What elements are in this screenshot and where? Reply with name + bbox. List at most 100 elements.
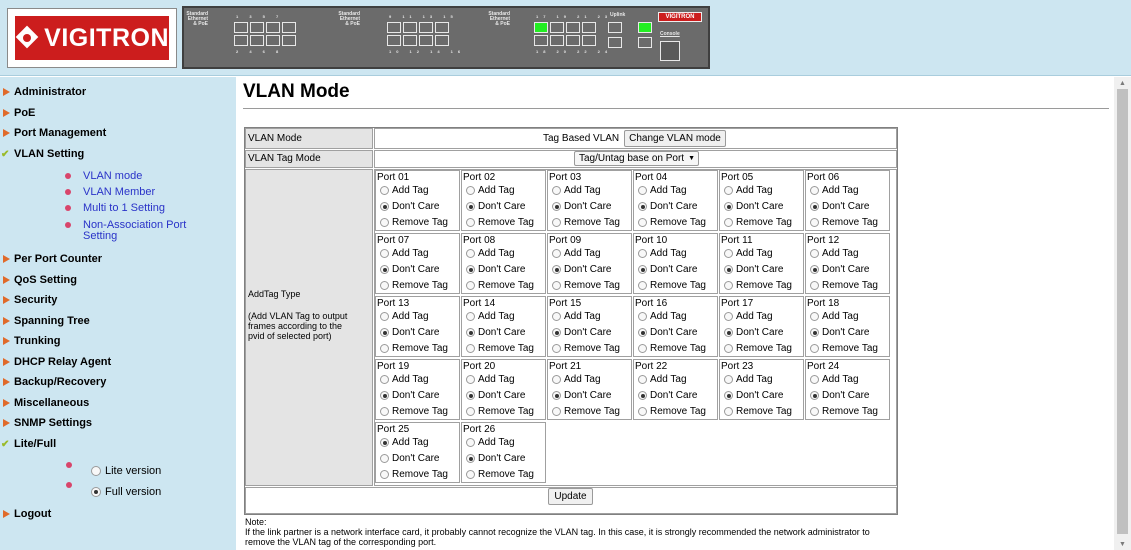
tag-option-radio[interactable] [638, 281, 647, 290]
sidebar-item-miscellaneous[interactable]: Miscellaneous [0, 395, 89, 411]
tag-option-radio[interactable] [638, 344, 647, 353]
tag-option[interactable]: Add Tag [810, 374, 859, 385]
tag-option[interactable]: Remove Tag [380, 280, 448, 291]
tag-option[interactable]: Add Tag [466, 185, 515, 196]
tag-option[interactable]: Add Tag [552, 311, 601, 322]
tag-option-radio[interactable] [380, 249, 389, 258]
tag-option[interactable]: Don't Care [724, 201, 784, 212]
tag-option-radio[interactable] [810, 202, 819, 211]
tag-option-radio[interactable] [552, 391, 561, 400]
tag-option[interactable]: Add Tag [724, 374, 773, 385]
tag-option-radio[interactable] [638, 202, 647, 211]
tag-option-radio[interactable] [552, 202, 561, 211]
tag-option[interactable]: Add Tag [552, 248, 601, 259]
tag-option-radio[interactable] [466, 202, 475, 211]
tag-option[interactable]: Don't Care [552, 264, 612, 275]
tag-option-radio[interactable] [466, 470, 475, 479]
tag-option-radio[interactable] [552, 218, 561, 227]
tag-option-radio[interactable] [466, 186, 475, 195]
tag-option-radio[interactable] [724, 312, 733, 321]
tag-option-radio[interactable] [380, 391, 389, 400]
sidebar-item-administrator[interactable]: Administrator [0, 84, 86, 100]
sidebar-item-dhcp-relay-agent[interactable]: DHCP Relay Agent [0, 354, 111, 370]
sidebar-subitem-vlan-member[interactable]: VLAN Member [83, 187, 155, 198]
tag-option[interactable]: Don't Care [552, 390, 612, 401]
tag-option[interactable]: Add Tag [380, 185, 429, 196]
tag-option-radio[interactable] [638, 218, 647, 227]
tag-option-radio[interactable] [552, 312, 561, 321]
tag-option[interactable]: Add Tag [380, 437, 429, 448]
tag-option[interactable]: Add Tag [638, 374, 687, 385]
tag-option[interactable]: Remove Tag [638, 406, 706, 417]
tag-option-radio[interactable] [810, 375, 819, 384]
tag-option-radio[interactable] [466, 218, 475, 227]
sidebar-item-qos-setting[interactable]: QoS Setting [0, 272, 77, 288]
sidebar-item-vlan-setting[interactable]: ✔ VLAN Setting [0, 146, 84, 162]
tag-option[interactable]: Don't Care [466, 453, 526, 464]
sidebar-item-backup-recovery[interactable]: Backup/Recovery [0, 374, 106, 390]
tag-option[interactable]: Don't Care [466, 390, 526, 401]
tag-option-radio[interactable] [380, 328, 389, 337]
tag-option-radio[interactable] [552, 265, 561, 274]
tag-option[interactable]: Remove Tag [810, 280, 878, 291]
tag-option[interactable]: Don't Care [724, 264, 784, 275]
tag-option[interactable]: Don't Care [810, 264, 870, 275]
tag-option-radio[interactable] [724, 249, 733, 258]
tag-option[interactable]: Remove Tag [552, 343, 620, 354]
tag-option[interactable]: Don't Care [466, 327, 526, 338]
tag-option-radio[interactable] [552, 281, 561, 290]
tag-option-radio[interactable] [466, 265, 475, 274]
tag-option-radio[interactable] [724, 407, 733, 416]
tag-option-radio[interactable] [380, 281, 389, 290]
tag-option-radio[interactable] [466, 407, 475, 416]
tag-option[interactable]: Don't Care [810, 327, 870, 338]
sidebar-item-trunking[interactable]: Trunking [0, 333, 60, 349]
tag-option[interactable]: Remove Tag [724, 343, 792, 354]
tag-option[interactable]: Remove Tag [466, 217, 534, 228]
tag-option-radio[interactable] [380, 344, 389, 353]
tag-option-radio[interactable] [466, 438, 475, 447]
sidebar-item-logout[interactable]: Logout [0, 506, 51, 522]
tag-option-radio[interactable] [380, 454, 389, 463]
tag-option[interactable]: Don't Care [380, 390, 440, 401]
tag-option-radio[interactable] [638, 407, 647, 416]
tag-option-radio[interactable] [638, 265, 647, 274]
tag-option[interactable]: Remove Tag [380, 343, 448, 354]
tag-option[interactable]: Add Tag [724, 311, 773, 322]
tag-option[interactable]: Remove Tag [724, 280, 792, 291]
tag-option[interactable]: Add Tag [466, 311, 515, 322]
update-button[interactable]: Update [548, 488, 593, 505]
tag-option-radio[interactable] [638, 375, 647, 384]
tag-option[interactable]: Remove Tag [380, 217, 448, 228]
tag-option[interactable]: Add Tag [810, 248, 859, 259]
tag-option-radio[interactable] [466, 391, 475, 400]
tag-option-radio[interactable] [810, 281, 819, 290]
tag-option-radio[interactable] [380, 375, 389, 384]
tag-option[interactable]: Remove Tag [552, 280, 620, 291]
tag-option-radio[interactable] [466, 375, 475, 384]
tag-option-radio[interactable] [380, 312, 389, 321]
tag-option-radio[interactable] [466, 344, 475, 353]
tag-option[interactable]: Remove Tag [380, 469, 448, 480]
tag-option[interactable]: Add Tag [380, 311, 429, 322]
tag-option[interactable]: Don't Care [810, 201, 870, 212]
tag-option-radio[interactable] [380, 470, 389, 479]
tag-option[interactable]: Add Tag [724, 185, 773, 196]
tag-option[interactable]: Don't Care [380, 264, 440, 275]
tag-option-radio[interactable] [466, 312, 475, 321]
tag-option[interactable]: Add Tag [552, 374, 601, 385]
tag-option-radio[interactable] [724, 281, 733, 290]
tag-option-radio[interactable] [724, 202, 733, 211]
tag-option[interactable]: Remove Tag [380, 406, 448, 417]
tag-option[interactable]: Add Tag [552, 185, 601, 196]
tag-option[interactable]: Add Tag [810, 185, 859, 196]
sidebar-item-per-port-counter[interactable]: Per Port Counter [0, 251, 102, 267]
tag-option[interactable]: Don't Care [552, 327, 612, 338]
tag-option[interactable]: Add Tag [638, 248, 687, 259]
tag-option-radio[interactable] [810, 391, 819, 400]
tag-option-radio[interactable] [380, 202, 389, 211]
tag-option-radio[interactable] [724, 186, 733, 195]
tag-option[interactable]: Don't Care [466, 201, 526, 212]
tag-option-radio[interactable] [380, 438, 389, 447]
tag-option-radio[interactable] [638, 328, 647, 337]
